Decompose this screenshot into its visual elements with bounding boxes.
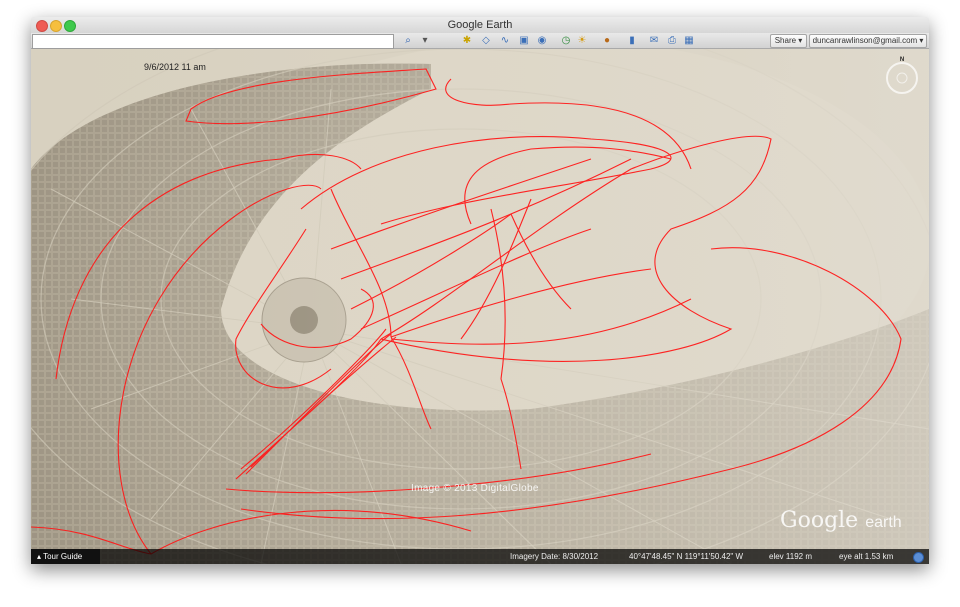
placemark-icon[interactable]: ✱ [461, 35, 473, 46]
toolbar-separator-icon: ▾ [422, 35, 428, 46]
planets-icon[interactable]: ● [601, 35, 613, 46]
imagery-date: Imagery Date: 8/30/2012 [510, 552, 599, 561]
google-earth-logo: Google earth [780, 508, 902, 533]
map-view[interactable]: 9/6/2012 11 am Image © 2013 DigitalGlobe… [31, 49, 929, 564]
account-button[interactable]: duncanrawlinson@gmail.com ▾ [809, 34, 927, 48]
window-title: Google Earth [447, 19, 513, 31]
print-icon[interactable]: ⎙ [666, 35, 678, 46]
toolbar: ⌕ ▾ ✱ ◇ ∿ ▣ ◉ ◷ ☀ ● ▮ ✉ ⎙ ▦ Share ▾ dunc… [31, 33, 929, 49]
navigation-compass[interactable]: N [882, 56, 922, 96]
google-earth-window: Google Earth ⌕ ▾ ✱ ◇ ∿ ▣ ◉ ◷ ☀ ● ▮ ✉ ⎙ ▦… [31, 17, 929, 564]
path-icon[interactable]: ∿ [499, 35, 511, 46]
account-button-label: duncanrawlinson@gmail.com ▾ [812, 36, 924, 45]
pointer-coordinates: 40°47'48.45" N 119°11'50.42" W [629, 552, 744, 561]
status-bar: ▴ Tour Guide Imagery Date: 8/30/2012 40°… [31, 549, 929, 564]
email-icon[interactable]: ✉ [648, 35, 660, 46]
polygon-icon[interactable]: ◇ [480, 35, 492, 46]
compass-north-label: N [899, 57, 905, 63]
search-icon[interactable]: ⌕ [402, 35, 414, 46]
overlay-icon[interactable]: ▣ [518, 35, 530, 46]
eye-altitude: eye alt 1.53 km [839, 552, 894, 561]
view-in-maps-icon[interactable]: ▦ [683, 35, 695, 46]
globe-status-icon [913, 552, 924, 563]
tour-guide-label: Tour Guide [43, 552, 83, 561]
pointer-elevation: elev 1192 m [769, 552, 812, 561]
logo-earth-text: earth [865, 514, 902, 531]
title-bar: Google Earth [31, 17, 929, 34]
date-time-stamp: 9/6/2012 11 am [144, 62, 206, 72]
share-button-label: Share ▾ [774, 36, 803, 45]
tour-guide-button[interactable]: ▴ Tour Guide [31, 549, 100, 564]
share-button[interactable]: Share ▾ [770, 34, 807, 48]
historical-imagery-icon[interactable]: ◷ [560, 35, 572, 46]
logo-google-text: Google [780, 508, 859, 533]
sunlight-icon[interactable]: ☀ [576, 35, 588, 46]
search-input[interactable] [32, 34, 394, 49]
record-tour-icon[interactable]: ◉ [536, 35, 548, 46]
ruler-icon[interactable]: ▮ [626, 35, 638, 46]
imagery-copyright: Image © 2013 DigitalGlobe [411, 483, 539, 494]
